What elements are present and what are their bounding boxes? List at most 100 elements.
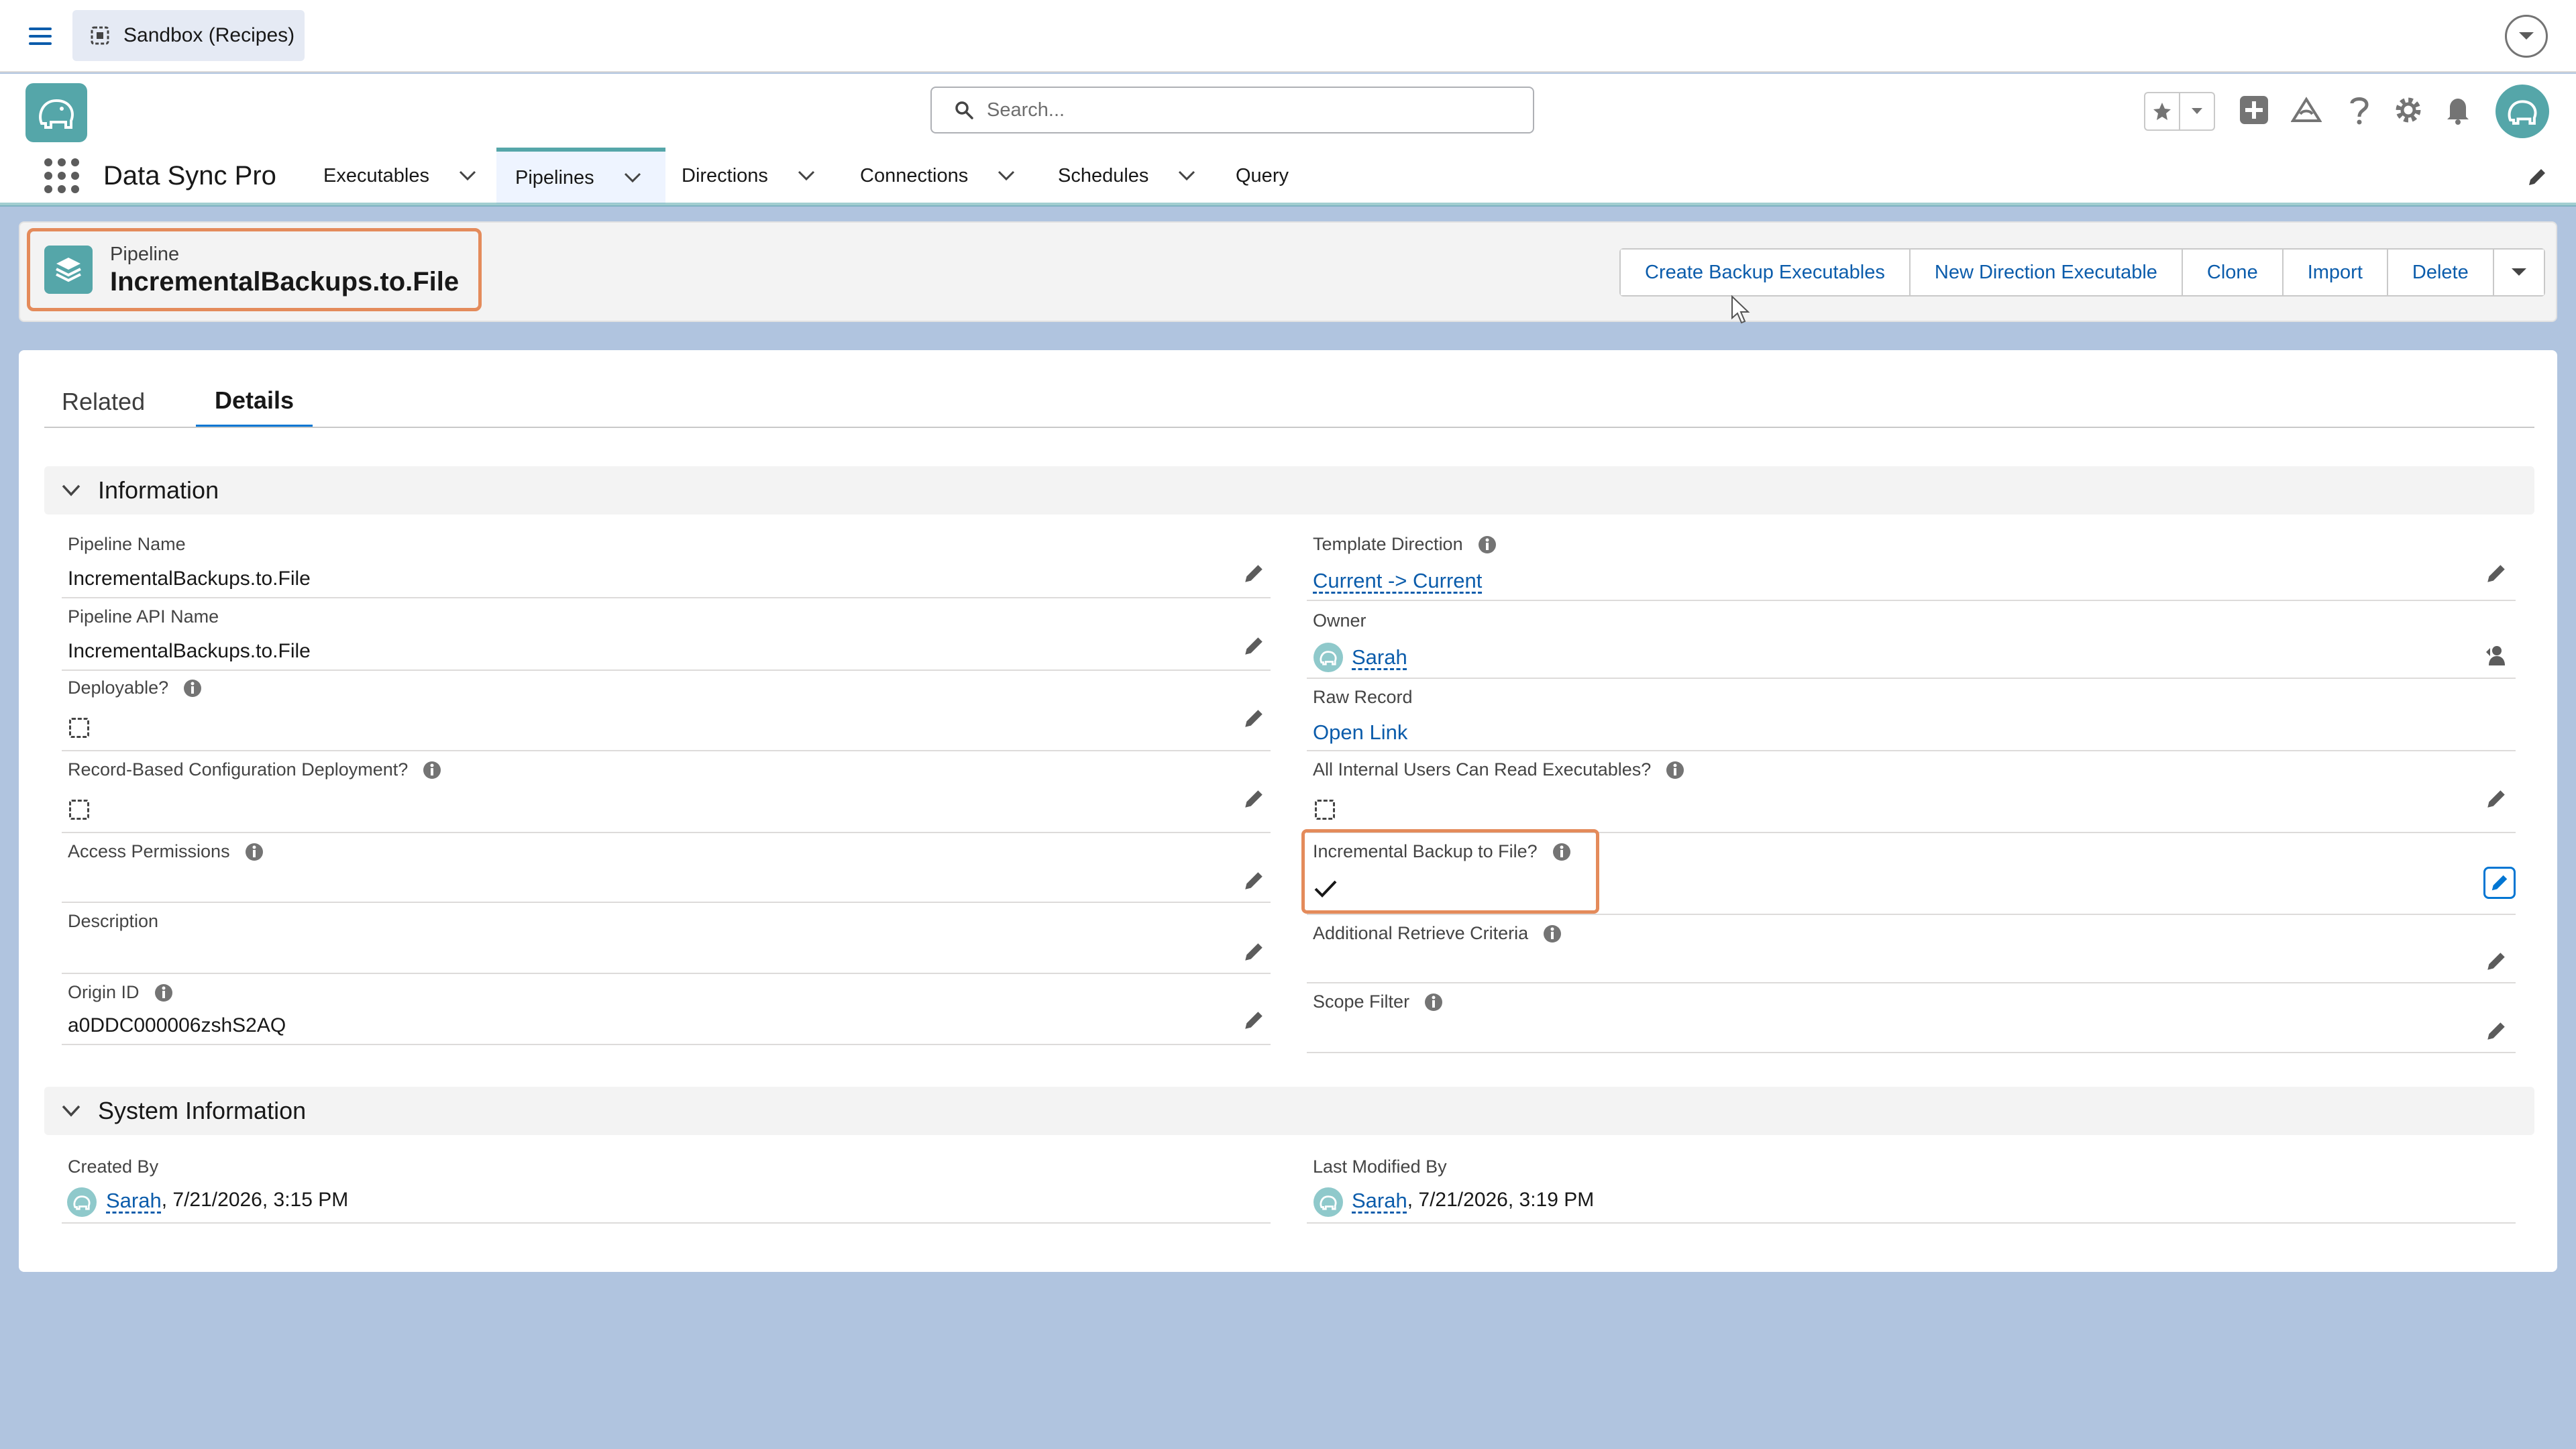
pencil-icon[interactable] (2485, 788, 2508, 810)
pencil-icon[interactable] (2485, 1020, 2508, 1042)
change-owner-icon[interactable] (2485, 644, 2508, 667)
information-section-header[interactable]: Information (44, 466, 2534, 515)
record-based-config-checkbox (69, 800, 89, 820)
raw-record-label: Raw Record (1313, 687, 1413, 707)
pencil-icon[interactable] (2485, 562, 2508, 585)
nav-item-directions[interactable]: Directions (682, 148, 815, 204)
app-launcher-icon[interactable] (43, 157, 80, 195)
last-modified-by-avatar (1313, 1187, 1343, 1217)
hamburger-menu-icon[interactable] (23, 19, 58, 54)
deployable-checkbox (69, 718, 89, 738)
created-by-avatar (67, 1187, 97, 1217)
info-icon[interactable] (245, 843, 264, 861)
chevron-down-icon[interactable] (624, 172, 641, 183)
new-direction-executable-button[interactable]: New Direction Executable (1910, 250, 2183, 295)
pencil-icon[interactable] (1242, 1009, 1265, 1032)
tab-related[interactable]: Related (62, 376, 145, 428)
info-icon[interactable] (423, 761, 441, 780)
edit-nav-pencil-icon[interactable] (2526, 166, 2548, 188)
info-icon[interactable] (1666, 761, 1684, 780)
info-icon[interactable] (154, 983, 173, 1002)
pencil-icon[interactable] (2483, 867, 2516, 899)
help-icon[interactable] (2339, 90, 2379, 130)
deployable-label: Deployable? (68, 678, 202, 698)
pencil-icon[interactable] (1242, 941, 1265, 963)
nav-item-query[interactable]: Query (1236, 148, 1289, 204)
mouse-cursor-icon (1731, 295, 1751, 325)
created-by-value: Sarah , 7/21/2026, 3:15 PM (106, 1189, 348, 1213)
access-permissions-label-text: Access Permissions (68, 841, 230, 861)
chevron-down-icon[interactable] (2505, 15, 2548, 58)
star-icon[interactable] (2145, 93, 2180, 129)
pencil-icon[interactable] (1242, 562, 1265, 585)
chevron-down-icon[interactable] (459, 170, 476, 181)
all-internal-users-label: All Internal Users Can Read Executables? (1313, 759, 1684, 780)
pencil-icon[interactable] (1242, 869, 1265, 892)
additional-retrieve-criteria-label-text: Additional Retrieve Criteria (1313, 923, 1529, 943)
info-icon[interactable] (1424, 993, 1443, 1012)
elephant-icon (2508, 100, 2537, 125)
info-icon[interactable] (1543, 924, 1562, 943)
user-avatar[interactable] (2496, 85, 2549, 138)
sandbox-org-pill[interactable]: Sandbox (Recipes) (72, 10, 305, 61)
nav-item-label: Executables (323, 164, 429, 186)
last-modified-by-label: Last Modified By (1313, 1157, 1447, 1177)
add-icon[interactable] (2234, 90, 2274, 130)
pencil-icon[interactable] (1242, 788, 1265, 810)
info-icon[interactable] (183, 679, 202, 698)
pencil-icon[interactable] (1242, 635, 1265, 657)
delete-button[interactable]: Delete (2387, 250, 2494, 295)
import-button[interactable]: Import (2283, 250, 2388, 295)
field-divider (62, 750, 1271, 751)
pencil-icon[interactable] (1242, 707, 1265, 730)
field-divider (1307, 1222, 2516, 1224)
last-modified-by-value: Sarah , 7/21/2026, 3:19 PM (1352, 1189, 1594, 1213)
record-based-config-label: Record-Based Configuration Deployment? (68, 759, 441, 780)
template-direction-label: Template Direction (1313, 534, 1497, 555)
raw-record-link[interactable]: Open Link (1313, 720, 1407, 745)
app-logo[interactable] (25, 83, 87, 142)
nav-item-connections[interactable]: Connections (860, 148, 1015, 204)
clone-button[interactable]: Clone (2182, 250, 2284, 295)
search-input[interactable] (987, 99, 1497, 121)
nav-item-pipelines[interactable]: Pipelines (496, 148, 665, 204)
nav-item-label: Directions (682, 164, 768, 186)
more-actions-button[interactable] (2493, 250, 2544, 295)
chevron-down-icon[interactable] (798, 170, 815, 181)
record-title: IncrementalBackups.to.File (110, 267, 460, 297)
field-divider (1307, 678, 2516, 679)
field-divider (1307, 914, 2516, 915)
favorites-group[interactable] (2144, 92, 2215, 131)
all-internal-users-checkbox (1315, 800, 1335, 820)
system-information-section-header[interactable]: System Information (44, 1087, 2534, 1135)
record-based-config-label-text: Record-Based Configuration Deployment? (68, 759, 409, 780)
pipeline-api-name-label: Pipeline API Name (68, 606, 219, 627)
tab-details[interactable]: Details (196, 376, 313, 428)
chevron-down-icon[interactable] (2180, 93, 2214, 129)
owner-avatar (1313, 643, 1343, 672)
created-by-date: , 7/21/2026, 3:15 PM (161, 1189, 349, 1211)
pencil-icon[interactable] (2485, 950, 2508, 973)
bell-icon[interactable] (2438, 90, 2478, 130)
incremental-backup-highlight (1301, 829, 1599, 914)
chevron-down-icon (62, 1105, 80, 1117)
nav-item-executables[interactable]: Executables (323, 148, 476, 204)
layers-icon (44, 246, 93, 294)
global-search[interactable] (930, 87, 1534, 133)
created-by-user-link[interactable]: Sarah (106, 1189, 162, 1213)
nav-item-schedules[interactable]: Schedules (1058, 148, 1195, 204)
chevron-down-icon[interactable] (998, 170, 1015, 181)
chevron-down-icon[interactable] (1178, 170, 1195, 181)
info-icon[interactable] (1478, 535, 1497, 554)
gear-icon[interactable] (2388, 90, 2428, 130)
trailhead-icon[interactable] (2286, 90, 2326, 130)
field-divider (62, 1222, 1271, 1224)
owner-link[interactable]: Sarah (1352, 645, 1407, 669)
scope-filter-label-text: Scope Filter (1313, 991, 1410, 1012)
create-backup-executables-button[interactable]: Create Backup Executables (1621, 250, 1911, 295)
last-modified-by-user-link[interactable]: Sarah (1352, 1189, 1407, 1213)
owner-label: Owner (1313, 610, 1366, 631)
record-actions: Create Backup Executables New Direction … (1619, 248, 2545, 297)
template-direction-link[interactable]: Current -> Current (1313, 569, 1482, 593)
app-name: Data Sync Pro (103, 161, 276, 191)
